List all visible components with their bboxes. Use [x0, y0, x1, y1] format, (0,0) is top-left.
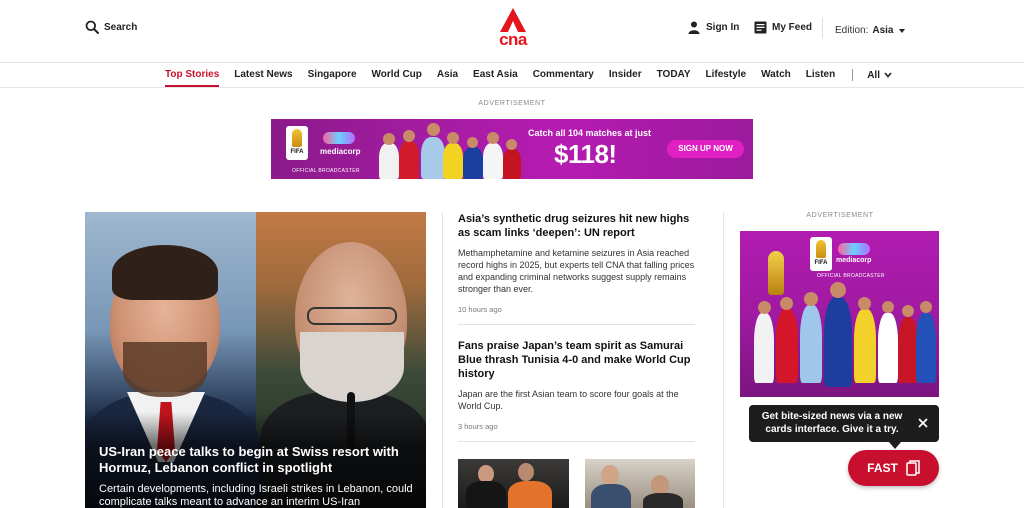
- hero-title[interactable]: US-Iran peace talks to begin at Swiss re…: [99, 444, 419, 476]
- caret-down-icon: [899, 28, 906, 33]
- story-thumbnail[interactable]: [585, 459, 695, 508]
- trophy-image: [768, 251, 784, 295]
- story-divider: [458, 324, 695, 325]
- hero-description: Certain developments, including Israeli …: [99, 483, 413, 508]
- ad-price: $118!: [554, 139, 617, 169]
- story-item[interactable]: Fans praise Japan’s team spirit as Samur…: [458, 339, 695, 431]
- nav-items: Top Stories Latest News Singapore World …: [165, 63, 892, 87]
- story-title[interactable]: Fans praise Japan’s team spirit as Samur…: [458, 339, 695, 381]
- tooltip-text: Get bite-sized news via a new cards inte…: [761, 411, 903, 435]
- fifa-text: FIFA: [290, 149, 304, 155]
- site-header: Search cna Sign In My Feed Edition: Asia: [0, 0, 1024, 62]
- myfeed-label: My Feed: [772, 22, 813, 33]
- nav-item-east-asia[interactable]: East Asia: [473, 63, 518, 87]
- nav-all-label: All: [867, 69, 880, 81]
- edition-selector[interactable]: Edition: Asia: [835, 25, 906, 36]
- ad-label-top: ADVERTISEMENT: [478, 100, 546, 107]
- nav-divider: [852, 69, 854, 81]
- search-button[interactable]: Search: [85, 20, 137, 34]
- story-description: Methamphetamine and ketamine seizures in…: [458, 248, 695, 294]
- ad-official-text: OFFICIAL BROADCASTER: [292, 168, 360, 174]
- main-nav: Top Stories Latest News Singapore World …: [0, 62, 1024, 88]
- story-divider: [458, 441, 695, 442]
- logo-text: cna: [499, 30, 527, 49]
- hero-figure-beard-left: [123, 342, 207, 397]
- fast-button[interactable]: FAST: [848, 450, 939, 486]
- edition-label: Edition:: [835, 25, 869, 36]
- ad-banner-top[interactable]: FIFA mediacorp OFFICIAL BROADCASTER Catc…: [271, 119, 753, 179]
- cna-logo[interactable]: cna: [497, 7, 529, 49]
- nav-item-world-cup[interactable]: World Cup: [372, 63, 422, 87]
- fifa-text: FIFA: [814, 260, 828, 266]
- close-icon[interactable]: [916, 416, 930, 430]
- fast-tooltip: Get bite-sized news via a new cards inte…: [749, 405, 939, 449]
- nav-item-singapore[interactable]: Singapore: [308, 63, 357, 87]
- header-divider: [822, 18, 823, 38]
- hero-figure-glasses-right: [307, 307, 397, 325]
- trophy-icon: [292, 129, 302, 147]
- nav-item-latest-news[interactable]: Latest News: [234, 63, 292, 87]
- mediacorp-logo-mark: [323, 132, 355, 144]
- search-label: Search: [104, 21, 138, 33]
- nav-item-insider[interactable]: Insider: [609, 63, 642, 87]
- user-icon: [688, 21, 700, 34]
- ad-signup-button[interactable]: SIGN UP NOW: [667, 140, 744, 158]
- chevron-down-icon: [884, 72, 892, 78]
- nav-item-listen[interactable]: Listen: [806, 63, 835, 87]
- mediacorp-brand: mediacorp: [320, 147, 361, 156]
- story-title[interactable]: Asia’s synthetic drug seizures hit new h…: [458, 212, 695, 240]
- story-thumbnail[interactable]: [458, 459, 569, 508]
- ad-official-text: OFFICIAL BROADCASTER: [817, 273, 885, 279]
- fifa-badge: FIFA: [286, 126, 308, 160]
- story-timestamp: 10 hours ago: [458, 305, 502, 314]
- story-list: Asia’s synthetic drug seizures hit new h…: [458, 212, 695, 456]
- mediacorp-logo-mark: [838, 243, 870, 255]
- feed-icon: [754, 21, 767, 34]
- nav-item-asia[interactable]: Asia: [437, 63, 458, 87]
- cards-icon: [906, 460, 920, 476]
- search-icon: [85, 20, 99, 34]
- nav-all-menu[interactable]: All: [867, 70, 892, 81]
- nav-item-today[interactable]: TODAY: [657, 63, 691, 87]
- mediacorp-brand: mediacorp: [836, 257, 872, 264]
- nav-item-top-stories[interactable]: Top Stories: [165, 63, 220, 87]
- hero-story[interactable]: US-Iran peace talks to begin at Swiss re…: [85, 212, 426, 508]
- myfeed-button[interactable]: My Feed: [754, 21, 812, 34]
- nav-item-commentary[interactable]: Commentary: [533, 63, 594, 87]
- column-divider-left: [442, 212, 443, 508]
- fifa-badge: FIFA: [810, 237, 832, 271]
- story-item[interactable]: Asia’s synthetic drug seizures hit new h…: [458, 212, 695, 314]
- fast-label: FAST: [867, 461, 898, 475]
- ad-side[interactable]: FIFA mediacorp OFFICIAL BROADCASTER: [740, 231, 939, 397]
- story-timestamp: 3 hours ago: [458, 422, 498, 431]
- nav-item-watch[interactable]: Watch: [761, 63, 791, 87]
- edition-value: Asia: [872, 25, 894, 36]
- signin-label: Sign In: [706, 22, 740, 33]
- signin-button[interactable]: Sign In: [688, 21, 739, 34]
- nav-item-lifestyle[interactable]: Lifestyle: [706, 63, 747, 87]
- story-description: Japan are the first Asian team to score …: [458, 389, 679, 411]
- column-divider-right: [723, 212, 724, 508]
- ad-label-side: ADVERTISEMENT: [806, 212, 874, 219]
- trophy-icon: [816, 240, 826, 258]
- hero-figure-hair-left: [112, 245, 218, 300]
- ad-tagline: Catch all 104 matches at just: [528, 128, 652, 138]
